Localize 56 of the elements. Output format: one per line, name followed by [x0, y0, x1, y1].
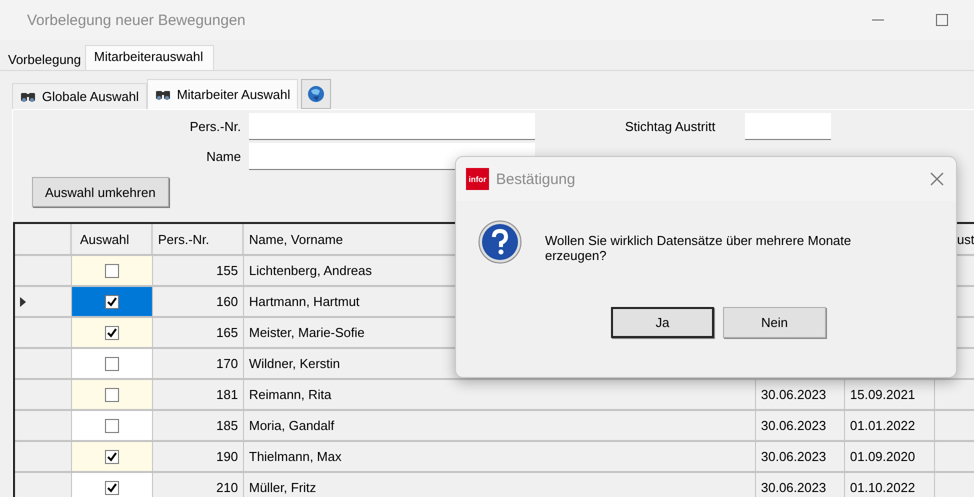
- table-cell: 30.06.2023: [756, 411, 845, 440]
- table-cell: Reimann, Rita: [244, 380, 756, 409]
- check-icon: [107, 482, 117, 492]
- table-cell: 155: [153, 256, 244, 285]
- check-icon: [107, 452, 117, 462]
- checkbox[interactable]: [105, 388, 119, 402]
- column-header: Auswahl: [72, 224, 153, 254]
- tab[interactable]: Globale Auswahl: [12, 83, 147, 109]
- input-field[interactable]: [249, 112, 535, 140]
- toolbar-button[interactable]: [301, 79, 332, 109]
- checkbox[interactable]: [105, 418, 119, 432]
- checkbox[interactable]: [105, 356, 119, 370]
- checkbox[interactable]: [105, 326, 119, 340]
- check-icon: [107, 328, 117, 338]
- table-cell: 170: [153, 349, 244, 378]
- table-cell: 30.06.2023: [756, 473, 845, 497]
- tab[interactable]: Mitarbeiterauswahl: [85, 45, 214, 70]
- checkbox[interactable]: [105, 450, 119, 464]
- field-label: Pers.-Nr.: [188, 118, 242, 134]
- dialog-button[interactable]: Ja: [611, 307, 714, 338]
- check-icon: [107, 296, 117, 306]
- table-cell: 190: [153, 442, 244, 471]
- checkbox[interactable]: [105, 264, 119, 278]
- field-label: Stichtag Austritt: [625, 118, 716, 134]
- table-cell: Müller, Fritz: [244, 473, 756, 497]
- binoculars-icon: [154, 88, 171, 101]
- input-field[interactable]: [745, 112, 831, 140]
- question-icon: [478, 220, 522, 264]
- maximize-icon: [936, 14, 948, 26]
- field-label: Name: [205, 148, 242, 164]
- invert-selection-button[interactable]: Auswahl umkehren: [32, 177, 169, 207]
- globe-icon: [307, 85, 326, 103]
- table-cell: 15.09.2021: [845, 380, 935, 409]
- window-title: Vorbelegung neuer Bewegungen: [27, 12, 247, 28]
- table-cell: 30.06.2023: [756, 442, 845, 471]
- table-cell: 01.01.2022: [845, 411, 935, 440]
- table-cell: 30.06.2023: [756, 380, 845, 409]
- binoculars-icon: [20, 90, 36, 103]
- table-cell: 165: [153, 318, 244, 347]
- close-icon[interactable]: [930, 172, 944, 186]
- logo: infor: [466, 168, 489, 190]
- table-cell: 181: [153, 380, 244, 409]
- table-cell: Thielmann, Max: [244, 442, 756, 471]
- table-cell: 210: [153, 473, 244, 497]
- table-cell: Moria, Gandalf: [244, 411, 756, 440]
- table-cell: 185: [153, 411, 244, 440]
- checkbox[interactable]: [105, 480, 119, 494]
- table-cell: 01.09.2020: [845, 442, 935, 471]
- checkbox[interactable]: [105, 294, 119, 308]
- tab[interactable]: Mitarbeiter Auswahl: [146, 79, 298, 109]
- tab[interactable]: Vorbelegung: [0, 48, 86, 70]
- dialog-button[interactable]: Nein: [723, 307, 826, 338]
- table-cell: 160: [153, 287, 244, 316]
- table-cell: 01.10.2022: [845, 473, 935, 497]
- column-header: Pers.-Nr.: [153, 224, 244, 254]
- dialog-title: Bestätigung: [496, 170, 576, 188]
